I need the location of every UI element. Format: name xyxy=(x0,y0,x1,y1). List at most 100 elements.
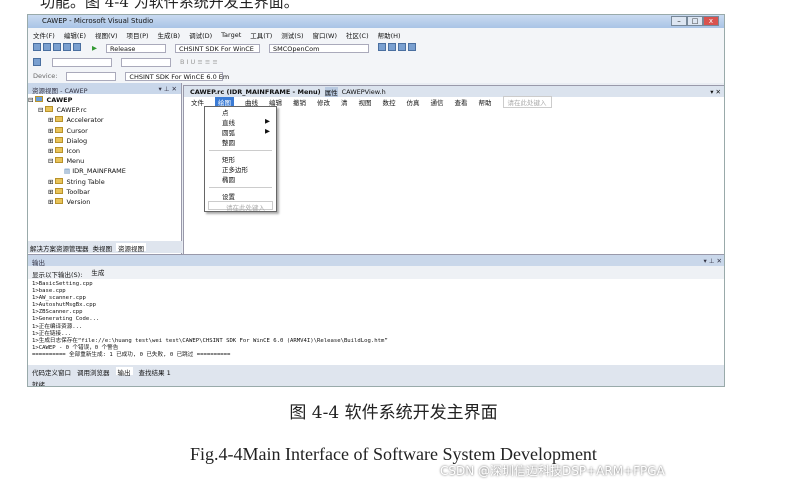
menu-item[interactable]: 测试(S) xyxy=(281,30,303,40)
status-bar: 就绪 xyxy=(28,377,724,386)
menu-item[interactable]: 编辑(E) xyxy=(64,30,86,40)
tool-icon[interactable] xyxy=(398,43,406,51)
tab-call-browser[interactable]: 调用浏览器 xyxy=(77,367,110,377)
tab-class-view[interactable]: 类视图 xyxy=(93,243,113,253)
figure-caption-en: Fig.4-4Main Interface of Software System… xyxy=(190,444,597,464)
menu-item[interactable]: 生成(B) xyxy=(158,30,181,40)
menu-item[interactable]: 直线 ▶ xyxy=(205,117,276,127)
save-all-icon[interactable] xyxy=(73,43,81,51)
tab-solution-explorer[interactable]: 解决方案资源管理器 xyxy=(30,243,89,253)
tree-item[interactable]: ⊟ Menu xyxy=(28,157,181,167)
new-project-icon[interactable] xyxy=(33,43,41,51)
maximize-button[interactable]: □ xyxy=(687,16,703,26)
font-dropdown[interactable] xyxy=(52,57,112,67)
preceding-text: 功能。图 4-4 为软件系统开发主界面。 xyxy=(40,0,299,11)
menu-item[interactable]: 项目(P) xyxy=(127,30,149,40)
menu-editor: CAWEP.rc (IDR_MAINFRAME - Menu) 属性 CAWEP… xyxy=(183,85,724,255)
tree-root[interactable]: ⊟ CAWEP xyxy=(28,96,181,106)
designed-menu-item[interactable]: 文件 xyxy=(191,97,204,107)
add-item-icon[interactable] xyxy=(43,43,51,51)
tree-item[interactable]: ⊞ Cursor xyxy=(28,126,181,137)
menu-item[interactable]: 圆弧 ▶ xyxy=(205,127,276,137)
menu-item[interactable]: 调试(D) xyxy=(189,30,212,40)
tab-resource-view[interactable]: 资源视图 xyxy=(116,243,146,253)
output-line: 1>Generating Code... xyxy=(32,316,100,323)
menu-item[interactable]: 设置 xyxy=(205,191,276,201)
tree-item[interactable]: ⊞ Dialog xyxy=(28,136,181,147)
designed-menu-item[interactable]: 修改 xyxy=(317,97,330,107)
type-here-field[interactable]: 请在此处键入 xyxy=(208,201,273,212)
tree-item[interactable]: ⊞ Toolbar xyxy=(28,187,181,198)
left-panel-tabs: 解决方案资源管理器 类视图 资源视图 xyxy=(28,241,182,253)
open-icon[interactable] xyxy=(53,43,61,51)
format-toolbar: B I U ≡ ≡ ≡ xyxy=(28,55,724,69)
save-icon[interactable] xyxy=(63,43,71,51)
tool-icon[interactable] xyxy=(388,43,396,51)
format-icon[interactable] xyxy=(33,58,41,66)
figure-caption-cn: 图 4-4 软件系统开发主界面 xyxy=(289,403,498,423)
designed-menu-item[interactable]: 帮助 xyxy=(479,97,492,107)
tree-item[interactable]: ⊞ Icon xyxy=(28,146,181,157)
menu-item[interactable]: 整圆 xyxy=(205,137,276,147)
tree-item[interactable]: ⊞ Accelerator xyxy=(28,116,181,126)
tree-item[interactable]: ⊞ Version xyxy=(28,197,181,208)
output-line: 1>正在编译资源... xyxy=(32,323,83,330)
menu-item[interactable]: 正多边形 xyxy=(205,164,276,174)
size-dropdown[interactable] xyxy=(121,57,171,67)
tab-find-results[interactable]: 查找结果 1 xyxy=(139,367,171,377)
designed-menu-item[interactable]: 数控 xyxy=(383,97,396,107)
designed-menu-item[interactable]: 撤销 xyxy=(293,97,306,107)
tab-output[interactable]: 输出 xyxy=(115,367,133,377)
tab-view-h[interactable]: CAWEPView.h xyxy=(342,88,386,96)
output-line: 1>AutoshutMsgBx.cpp xyxy=(32,302,96,309)
type-here-field[interactable]: 请在此处键入 xyxy=(502,95,552,108)
window-title: CAWEP - Microsoft Visual Studio xyxy=(42,17,154,25)
menu-item[interactable]: Target xyxy=(221,31,241,39)
panel-header: 资源视图 - CAWEP ▾ ⊥ ✕ xyxy=(28,83,181,95)
vs-screenshot: CAWEP - Microsoft Visual Studio – □ x 文件… xyxy=(27,14,725,387)
device-sdk-dropdown[interactable]: CHSINT SDK For WinCE 6.0 Em xyxy=(125,71,229,81)
tab-menu-resource[interactable]: CAWEP.rc (IDR_MAINFRAME - Menu) xyxy=(190,88,321,96)
menu-item[interactable]: 视图(V) xyxy=(95,30,118,40)
menu-item[interactable]: 矩形 xyxy=(205,154,276,164)
output-line: 1>生成日志保存在“file://e:\huang test\wei test\… xyxy=(32,337,388,344)
tool-icon[interactable] xyxy=(408,43,416,51)
platform-dropdown[interactable]: CHSINT SDK For WinCE xyxy=(175,43,260,53)
close-editor-icon[interactable]: ▾ ✕ xyxy=(710,88,721,96)
designed-menu-item[interactable]: 通信 xyxy=(431,97,444,107)
tree-item[interactable]: ⊞ String Table xyxy=(28,177,181,188)
designed-menu-item[interactable]: 编辑 xyxy=(269,97,282,107)
output-line: ========== 全部重新生成: 1 已成功, 0 已失败, 0 已跳过 =… xyxy=(32,351,231,358)
config-dropdown[interactable]: Release xyxy=(106,43,166,53)
tab-code-definition[interactable]: 代码定义窗口 xyxy=(32,367,71,377)
tab-properties[interactable]: 属性 xyxy=(324,86,338,97)
output-header: 输出 ▾ ⊥ ✕ xyxy=(28,255,724,267)
tree-rc[interactable]: ⊟ CAWEP.rc xyxy=(28,106,181,116)
output-panel: 输出 ▾ ⊥ ✕ 显示以下输出(S): 生成 1>BasicSetting.cpp… xyxy=(28,254,724,365)
watermark: CSDN @深圳信迈科技DSP+ARM+FPGA xyxy=(440,464,665,478)
output-line: 1>正在链接... xyxy=(32,330,72,337)
minimize-button[interactable]: – xyxy=(671,16,687,26)
menu-item[interactable]: 椭圆 xyxy=(205,174,276,184)
output-source-dropdown[interactable]: 生成 xyxy=(88,269,198,277)
menu-item[interactable]: 点 xyxy=(205,107,276,117)
menu-item[interactable]: 帮助(H) xyxy=(378,30,401,40)
menu-item[interactable]: 文件(F) xyxy=(33,30,55,40)
title-bar: CAWEP - Microsoft Visual Studio xyxy=(28,15,724,28)
device-dropdown[interactable] xyxy=(66,71,117,81)
designed-menu-item[interactable]: 仿真 xyxy=(407,97,420,107)
menu-item[interactable]: 工具(T) xyxy=(250,30,272,40)
designed-menu-item[interactable]: 清 xyxy=(341,97,348,107)
designed-menu-item[interactable]: 视图 xyxy=(359,97,372,107)
designed-menu-item[interactable]: 绘图 xyxy=(215,96,234,107)
find-combo[interactable]: SMCOpenCom xyxy=(269,43,369,53)
menu-item[interactable]: 社区(C) xyxy=(346,30,369,40)
designed-menu-item[interactable]: 查看 xyxy=(455,97,468,107)
close-button[interactable]: x xyxy=(703,16,719,26)
menu-item[interactable]: 窗口(W) xyxy=(313,30,338,40)
tree-item-selected[interactable]: ▤ IDR_MAINFRAME xyxy=(28,167,181,177)
standard-toolbar: ▶ Release CHSINT SDK For WinCE SMCOpenCo… xyxy=(28,41,724,55)
tool-icon[interactable] xyxy=(378,43,386,51)
designed-menu-item[interactable]: 曲线 xyxy=(245,97,258,107)
menu-bar: 文件(F) 编辑(E) 视图(V) 项目(P) 生成(B) 调试(D) Target 工具(T… xyxy=(28,28,724,41)
